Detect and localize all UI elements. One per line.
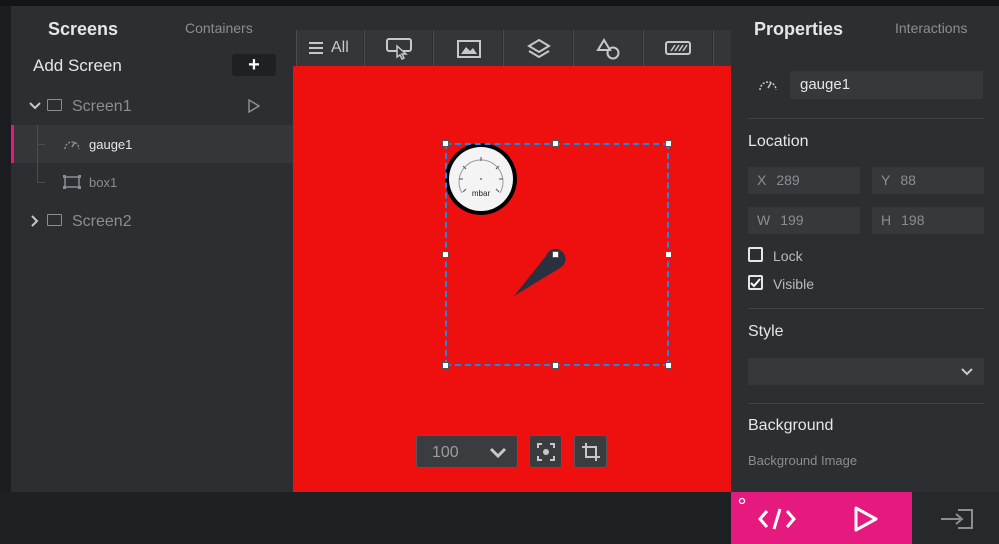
resize-handle[interactable] (442, 140, 449, 147)
tab-interactions[interactable]: Interactions (895, 20, 967, 36)
play-icon[interactable] (248, 99, 260, 113)
object-name-input[interactable]: gauge1 (790, 71, 983, 99)
crop-button[interactable] (574, 435, 607, 468)
w-label: W (757, 212, 771, 228)
filter-progress-button[interactable] (643, 30, 712, 66)
divider (748, 308, 984, 309)
location-heading: Location (748, 133, 809, 150)
tree-label: gauge1 (89, 137, 133, 152)
filter-layers-button[interactable] (503, 30, 572, 66)
zoom-select[interactable]: 100 (416, 435, 518, 468)
divider (748, 118, 984, 119)
tree-guide (37, 163, 38, 182)
chevron-right-icon[interactable] (30, 215, 40, 227)
selection-indicator (11, 125, 14, 163)
checkmark-icon (750, 278, 761, 288)
chevron-down-icon (489, 447, 507, 458)
w-value: 199 (780, 212, 804, 228)
resize-handle[interactable] (665, 362, 672, 369)
tree-item-gauge1[interactable]: gauge1 (11, 125, 293, 163)
sign-in-icon (941, 509, 973, 529)
resize-handle[interactable] (665, 140, 672, 147)
resize-handle[interactable] (442, 251, 449, 258)
code-icon[interactable] (758, 506, 796, 532)
h-field[interactable]: H 198 (872, 207, 984, 234)
resize-handle[interactable] (552, 362, 559, 369)
box-icon (63, 175, 81, 189)
style-select[interactable] (748, 358, 984, 385)
x-label: X (757, 172, 767, 188)
tree-guide (37, 144, 45, 145)
tree-guide (37, 182, 45, 183)
shapes-icon (596, 38, 620, 60)
background-image-label: Background Image (748, 453, 858, 468)
crop-icon (582, 443, 600, 461)
add-screen-label: Add Screen (33, 56, 122, 75)
tree-label: Screen2 (72, 213, 132, 230)
progress-bar-icon (665, 41, 691, 55)
screens-panel: Screens Containers Add Screen + Screen1 … (11, 6, 293, 492)
visible-checkbox[interactable] (748, 275, 763, 290)
widget-toolbar: All (293, 6, 731, 66)
play-icon[interactable] (853, 505, 879, 533)
filter-image-button[interactable] (433, 30, 502, 66)
resize-handle[interactable] (552, 140, 559, 147)
filter-shapes-button[interactable] (573, 30, 642, 66)
rotation-handle[interactable] (552, 251, 559, 258)
h-label: H (881, 212, 892, 228)
properties-panel: Properties Interactions gauge1 Location … (731, 6, 999, 492)
left-edge (0, 6, 11, 492)
y-value: 88 (900, 172, 916, 188)
divider (748, 403, 984, 404)
y-field[interactable]: Y 88 (872, 167, 984, 194)
filter-all-button[interactable]: All (296, 30, 363, 66)
tree-item-screen2[interactable]: Screen2 (11, 202, 293, 240)
background-heading: Background (748, 417, 834, 434)
fit-screen-button[interactable] (529, 435, 562, 468)
tab-containers[interactable]: Containers (185, 20, 253, 36)
resize-handle[interactable] (665, 251, 672, 258)
h-value: 198 (901, 212, 925, 228)
chevron-down-icon (961, 368, 973, 376)
lock-checkbox[interactable] (748, 247, 763, 262)
tree-label: box1 (89, 175, 118, 190)
x-field[interactable]: X 289 (748, 167, 860, 194)
status-dot-icon (738, 497, 746, 505)
screen-icon (47, 214, 62, 226)
action-bar (731, 492, 912, 544)
y-label: Y (881, 172, 891, 188)
lock-label: Lock (773, 248, 803, 264)
gauge-icon (759, 81, 777, 91)
filter-all-label: All (331, 39, 349, 56)
image-icon (457, 40, 481, 58)
add-screen-button[interactable]: + (232, 54, 276, 76)
resize-handle[interactable] (442, 362, 449, 369)
focus-icon (537, 443, 555, 461)
exit-button[interactable] (912, 492, 999, 544)
style-heading: Style (748, 323, 784, 340)
toolbar-overflow[interactable] (713, 30, 731, 66)
chevron-down-icon[interactable] (29, 101, 41, 111)
zoom-value: 100 (432, 444, 459, 461)
w-field[interactable]: W 199 (748, 207, 860, 234)
screen-icon (47, 99, 62, 111)
x-value: 289 (776, 172, 800, 188)
tab-properties[interactable]: Properties (754, 19, 843, 40)
tree-item-screen1[interactable]: Screen1 (11, 87, 293, 125)
tree-item-box1[interactable]: box1 (11, 163, 293, 201)
visible-label: Visible (773, 276, 814, 292)
menu-icon (309, 42, 323, 54)
gauge-icon (64, 141, 80, 150)
touch-icon (386, 38, 412, 60)
tab-screens[interactable]: Screens (48, 19, 118, 40)
filter-interactive-button[interactable] (364, 30, 432, 66)
tree-label: Screen1 (72, 98, 132, 115)
layers-icon (527, 38, 551, 59)
